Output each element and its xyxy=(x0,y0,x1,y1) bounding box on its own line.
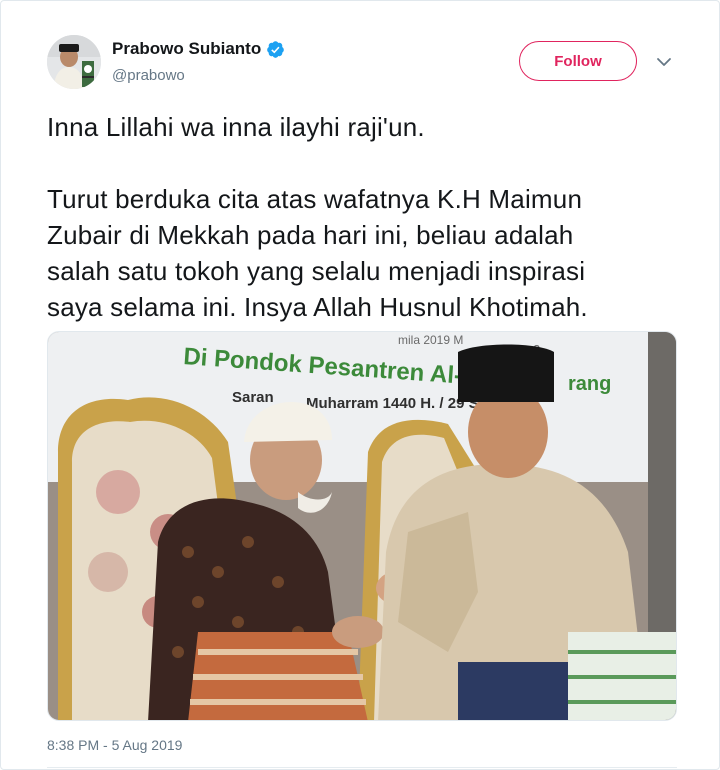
banner-subtitle-b: Muharram 1440 H. / 29 S xyxy=(306,395,479,412)
tweet-line: Turut berduka cita atas wafatnya K.H Mai… xyxy=(47,184,583,214)
chevron-down-icon[interactable] xyxy=(655,53,673,71)
user-name-row[interactable]: Prabowo Subianto xyxy=(112,39,285,59)
banner-subtitle-a: Saran xyxy=(232,389,274,406)
tweet-line: salah satu tokoh yang selalu menjadi ins… xyxy=(47,256,586,286)
tweet-line: Inna Lillahi wa inna ilayhi raji'un. xyxy=(47,112,425,142)
user-handle[interactable]: @prabowo xyxy=(112,67,185,84)
divider xyxy=(47,767,677,768)
verified-badge-icon xyxy=(266,40,285,59)
tweet-timestamp[interactable]: 8:38 PM - 5 Aug 2019 xyxy=(47,737,182,753)
tweet-photo[interactable]: mila 2019 M 2 Di Pondok Pesantren Al- ra… xyxy=(47,331,677,721)
display-name[interactable]: Prabowo Subianto xyxy=(112,39,261,59)
follow-button[interactable]: Follow xyxy=(519,41,637,81)
tweet-line: saya selama ini. Insya Allah Husnul Khot… xyxy=(47,292,588,322)
avatar[interactable] xyxy=(47,35,101,89)
tweet-line: Zubair di Mekkah pada hari ini, beliau a… xyxy=(47,220,574,250)
tweet-card: Prabowo Subianto @prabowo Follow Inna Li… xyxy=(0,0,720,770)
banner-top-text: mila 2019 M xyxy=(398,333,463,347)
tweet-text: Inna Lillahi wa inna ilayhi raji'un. Tur… xyxy=(47,109,687,325)
banner-title-end: rang xyxy=(568,373,611,395)
